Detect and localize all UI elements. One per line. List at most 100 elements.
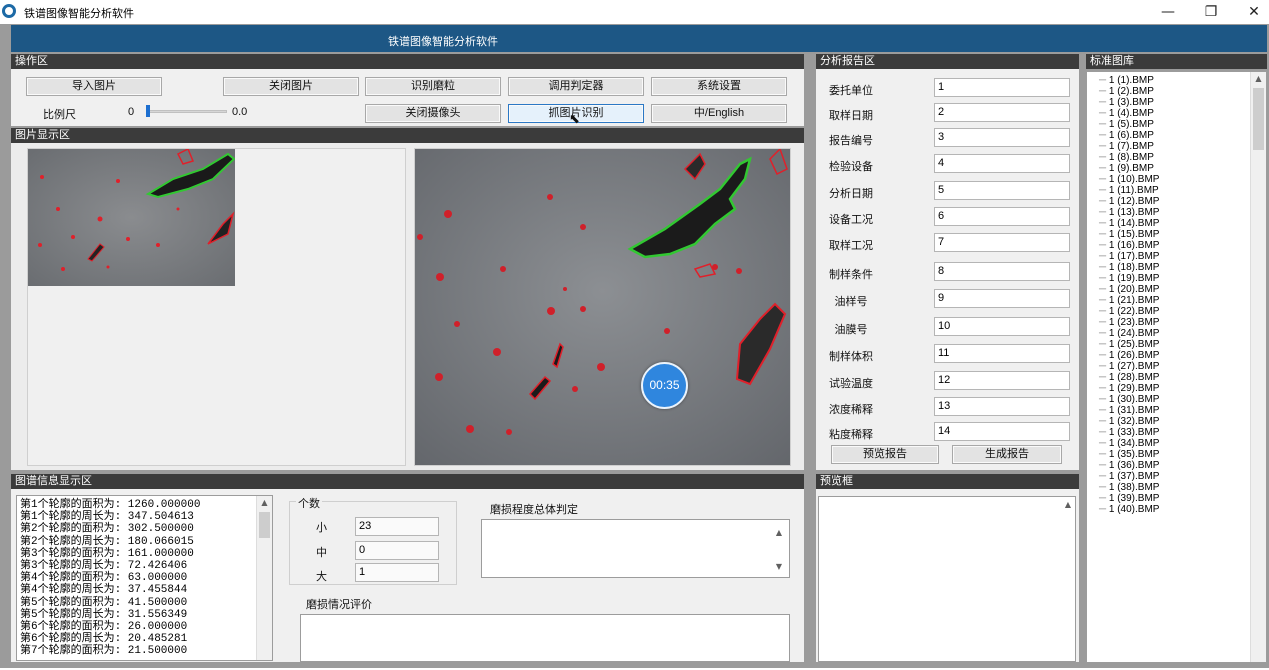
library-item[interactable]: ─ 1 (35).BMP — [1099, 449, 1266, 460]
library-item[interactable]: ─ 1 (17).BMP — [1099, 251, 1266, 262]
library-item[interactable]: ─ 1 (31).BMP — [1099, 405, 1266, 416]
library-item[interactable]: ─ 1 (7).BMP — [1099, 141, 1266, 152]
preview-box[interactable] — [818, 496, 1076, 662]
scroll-thumb[interactable] — [259, 512, 270, 538]
window-title: 铁谱图像智能分析软件 — [24, 8, 134, 20]
library-item[interactable]: ─ 1 (23).BMP — [1099, 317, 1266, 328]
library-item-label: 1 (30).BMP — [1108, 394, 1160, 405]
report-field-input[interactable]: 3 — [934, 128, 1070, 147]
report-field-input[interactable]: 1 — [934, 78, 1070, 97]
library-item[interactable]: ─ 1 (16).BMP — [1099, 240, 1266, 251]
library-item[interactable]: ─ 1 (20).BMP — [1099, 284, 1266, 295]
scale-value: 0.0 — [232, 106, 248, 118]
library-item[interactable]: ─ 1 (14).BMP — [1099, 218, 1266, 229]
maximize-button[interactable]: ❐ — [1197, 2, 1225, 22]
report-field-input[interactable]: 11 — [934, 344, 1070, 363]
report-field-input[interactable]: 10 — [934, 317, 1070, 336]
library-item-label: 1 (32).BMP — [1108, 416, 1160, 427]
library-item[interactable]: ─ 1 (5).BMP — [1099, 119, 1266, 130]
library-item[interactable]: ─ 1 (36).BMP — [1099, 460, 1266, 471]
report-field-input[interactable]: 13 — [934, 397, 1070, 416]
library-item[interactable]: ─ 1 (2).BMP — [1099, 86, 1266, 97]
report-field-input[interactable]: 12 — [934, 371, 1070, 390]
library-item[interactable]: ─ 1 (34).BMP — [1099, 438, 1266, 449]
report-field-input[interactable]: 9 — [934, 289, 1070, 308]
library-item[interactable]: ─ 1 (40).BMP — [1099, 504, 1266, 515]
library-scroll-up-icon[interactable]: ▲ — [1251, 72, 1266, 86]
library-item[interactable]: ─ 1 (4).BMP — [1099, 108, 1266, 119]
tree-connector-icon: ─ — [1099, 361, 1109, 372]
identify-particles-button[interactable]: 识别磨粒 — [365, 77, 501, 96]
scale-slider-track[interactable] — [147, 110, 227, 113]
library-item[interactable]: ─ 1 (12).BMP — [1099, 196, 1266, 207]
preview-header: 预览框 — [816, 474, 1079, 489]
library-item[interactable]: ─ 1 (18).BMP — [1099, 262, 1266, 273]
contour-info-line: 第1个轮廓的周长为: 347.504613 — [20, 511, 194, 524]
wear-eval-box[interactable] — [300, 614, 790, 662]
library-item[interactable]: ─ 1 (21).BMP — [1099, 295, 1266, 306]
library-item[interactable]: ─ 1 (8).BMP — [1099, 152, 1266, 163]
count-small-field[interactable]: 23 — [355, 517, 439, 536]
report-field-input[interactable]: 5 — [934, 181, 1070, 200]
report-field-input[interactable]: 14 — [934, 422, 1070, 441]
preview-report-button[interactable]: 预览报告 — [831, 445, 939, 464]
library-item[interactable]: ─ 1 (1).BMP — [1099, 75, 1266, 86]
library-item[interactable]: ─ 1 (28).BMP — [1099, 372, 1266, 383]
library-item[interactable]: ─ 1 (24).BMP — [1099, 328, 1266, 339]
report-field-input[interactable]: 8 — [934, 262, 1070, 281]
language-toggle-button[interactable]: 中/English — [651, 104, 787, 123]
tree-connector-icon: ─ — [1099, 251, 1109, 262]
library-item[interactable]: ─ 1 (29).BMP — [1099, 383, 1266, 394]
library-item[interactable]: ─ 1 (33).BMP — [1099, 427, 1266, 438]
library-item[interactable]: ─ 1 (30).BMP — [1099, 394, 1266, 405]
library-item[interactable]: ─ 1 (26).BMP — [1099, 350, 1266, 361]
library-item[interactable]: ─ 1 (22).BMP — [1099, 306, 1266, 317]
library-item[interactable]: ─ 1 (25).BMP — [1099, 339, 1266, 350]
close-button[interactable]: ✕ — [1240, 2, 1268, 22]
report-field-input[interactable]: 4 — [934, 154, 1070, 173]
library-item[interactable]: ─ 1 (13).BMP — [1099, 207, 1266, 218]
close-image-button[interactable]: 关闭图片 — [223, 77, 359, 96]
operation-header: 操作区 — [11, 54, 804, 69]
count-large-field[interactable]: 1 — [355, 563, 439, 582]
library-item[interactable]: ─ 1 (9).BMP — [1099, 163, 1266, 174]
generate-report-button[interactable]: 生成报告 — [952, 445, 1062, 464]
scroll-up-icon[interactable]: ▲ — [257, 496, 272, 510]
minimize-button[interactable]: — — [1154, 2, 1182, 22]
report-field-input[interactable]: 7 — [934, 233, 1070, 252]
report-field-label: 设备工况 — [829, 214, 873, 226]
library-item[interactable]: ─ 1 (32).BMP — [1099, 416, 1266, 427]
count-medium-field[interactable]: 0 — [355, 541, 439, 560]
library-tree[interactable]: ─ 1 (1).BMP ─ 1 (2).BMP ─ 1 (3).BMP ─ 1 (4)… — [1086, 71, 1267, 663]
library-item[interactable]: ─ 1 (3).BMP — [1099, 97, 1266, 108]
contour-info-list[interactable]: 第1个轮廓的面积为: 1260.000000 第1个轮廓的周长为: 347.504… — [16, 495, 273, 661]
scale-slider-thumb[interactable] — [146, 105, 150, 117]
report-field-input[interactable]: 6 — [934, 207, 1070, 226]
library-item[interactable]: ─ 1 (19).BMP — [1099, 273, 1266, 284]
import-image-button[interactable]: 导入图片 — [26, 77, 162, 96]
library-item[interactable]: ─ 1 (27).BMP — [1099, 361, 1266, 372]
system-settings-button[interactable]: 系统设置 — [651, 77, 787, 96]
mouse-cursor-icon: ⬉ — [569, 112, 580, 127]
library-scrollbar[interactable]: ▲ — [1250, 72, 1266, 662]
preview-scroll-up-icon[interactable]: ▲ — [1062, 500, 1074, 509]
info-scrollbar[interactable]: ▲ — [256, 496, 272, 660]
library-scroll-thumb[interactable] — [1253, 88, 1264, 150]
library-item[interactable]: ─ 1 (6).BMP — [1099, 130, 1266, 141]
library-item[interactable]: ─ 1 (10).BMP — [1099, 174, 1266, 185]
library-item[interactable]: ─ 1 (15).BMP — [1099, 229, 1266, 240]
close-camera-button[interactable]: 关闭摄像头 — [365, 104, 501, 123]
call-classifier-button[interactable]: 调用判定器 — [508, 77, 644, 96]
library-item[interactable]: ─ 1 (11).BMP — [1099, 185, 1266, 196]
tree-connector-icon: ─ — [1099, 306, 1109, 317]
wear-overall-scroll-up-icon[interactable]: ▲ — [772, 528, 786, 537]
library-item[interactable]: ─ 1 (39).BMP — [1099, 493, 1266, 504]
library-item-label: 1 (5).BMP — [1108, 119, 1154, 130]
library-item[interactable]: ─ 1 (38).BMP — [1099, 482, 1266, 493]
tree-connector-icon: ─ — [1099, 427, 1109, 438]
scale-label: 比例尺 — [43, 109, 76, 121]
report-field-input[interactable]: 2 — [934, 103, 1070, 122]
wear-overall-scroll-down-icon[interactable]: ▼ — [772, 562, 786, 571]
library-item[interactable]: ─ 1 (37).BMP — [1099, 471, 1266, 482]
wear-overall-box[interactable] — [481, 519, 790, 578]
